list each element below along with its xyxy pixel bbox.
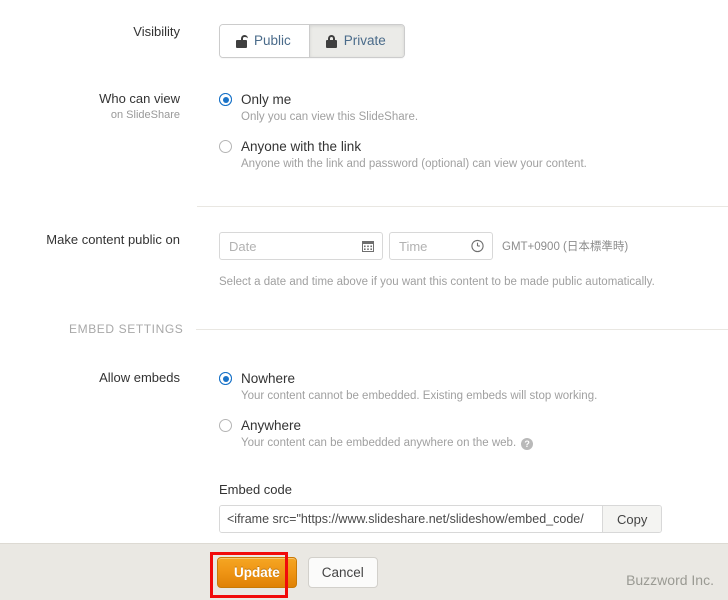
radio-anyone-with-link-label: Anyone with the link <box>241 139 362 154</box>
update-button[interactable]: Update <box>217 556 297 588</box>
make-content-public-label: Make content public on <box>46 232 180 247</box>
radio-nowhere-help-text: Your content cannot be embedded. Existin… <box>241 390 598 402</box>
visibility-toggle-group[interactable]: Public Private <box>219 24 405 58</box>
radio-anyone-with-link-help: Anyone with the link and password (optio… <box>241 158 587 170</box>
radio-item-only-me[interactable]: Only me Only you can view this SlideShar… <box>219 91 728 125</box>
footer-actions: Update Cancel <box>217 556 378 588</box>
embed-code-label: Embed code <box>219 482 292 497</box>
visibility-control: Public Private <box>180 24 728 58</box>
allow-embeds-row: Allow embeds Nowhere Your content cannot… <box>0 336 728 533</box>
radio-anyone-with-link[interactable] <box>219 140 232 153</box>
who-can-view-control: Only me Only you can view this SlideShar… <box>180 91 728 174</box>
watermark-label: Buzzword Inc. <box>626 572 714 588</box>
radio-only-me[interactable] <box>219 93 232 106</box>
timezone-note: GMT+0900 (日本標準時) <box>502 241 629 253</box>
radio-nowhere[interactable] <box>219 372 232 385</box>
date-input[interactable] <box>220 233 382 259</box>
radio-line-anyone-with-link[interactable]: Anyone with the link <box>219 138 728 155</box>
help-icon[interactable]: ? <box>521 437 534 450</box>
time-input[interactable] <box>390 233 492 259</box>
schedule-input-row: GMT+0900 (日本標準時) <box>219 232 728 260</box>
allow-embeds-label: Allow embeds <box>99 370 180 385</box>
time-field-wrapper[interactable] <box>389 232 493 260</box>
radio-item-anywhere[interactable]: Anywhere Your content can be embedded an… <box>219 417 728 451</box>
radio-anywhere-help: Your content can be embedded anywhere on… <box>241 436 728 451</box>
embed-settings-divider <box>196 328 728 330</box>
make-content-public-control: GMT+0900 (日本標準時) Select a date and time … <box>180 232 728 290</box>
radio-spacer-embeds <box>219 406 728 417</box>
radio-item-anyone-with-link[interactable]: Anyone with the link Anyone with the lin… <box>219 138 728 172</box>
visibility-option-public-label: Public <box>254 33 291 48</box>
allow-embeds-control: Nowhere Your content cannot be embedded.… <box>180 370 728 533</box>
embed-code-input[interactable] <box>220 506 602 532</box>
radio-nowhere-help: Your content cannot be embedded. Existin… <box>241 389 728 404</box>
visibility-row: Visibility Public Private <box>0 0 728 58</box>
copy-button[interactable]: Copy <box>602 506 662 532</box>
visibility-option-private-label: Private <box>343 33 386 48</box>
who-can-view-row: Who can view on SlideShare Only me Only … <box>0 58 728 174</box>
radio-only-me-help: Only you can view this SlideShare. <box>241 111 419 123</box>
make-content-public-row: Make content public on Date Time GMT+090… <box>0 207 728 290</box>
date-field-wrapper[interactable] <box>219 232 383 260</box>
radio-item-nowhere[interactable]: Nowhere Your content cannot be embedded.… <box>219 370 728 404</box>
embed-code-group[interactable]: Copy <box>219 505 663 533</box>
radio-anywhere-help-text: Your content can be embedded anywhere on… <box>241 437 517 449</box>
radio-line-anywhere[interactable]: Anywhere <box>219 417 728 434</box>
radio-spacer <box>219 127 728 138</box>
who-can-view-label: Who can view on SlideShare <box>0 91 180 123</box>
schedule-hint: Select a date and time above if you want… <box>219 276 655 288</box>
lock-icon <box>325 34 337 48</box>
visibility-option-private[interactable]: Private <box>308 25 404 57</box>
visibility-label: Visibility <box>133 24 180 39</box>
embed-settings-title: EMBED SETTINGS <box>69 322 184 336</box>
who-can-view-label-main: Who can view <box>99 91 180 106</box>
radio-nowhere-label: Nowhere <box>241 371 296 386</box>
radio-line-nowhere[interactable]: Nowhere <box>219 370 728 387</box>
who-can-view-sublabel: on SlideShare <box>110 109 180 121</box>
footer-bar: Update Cancel Buzzword Inc. <box>0 543 728 600</box>
unlock-icon <box>236 34 248 48</box>
embed-code-block: Embed code Copy <box>219 482 728 533</box>
cancel-button[interactable]: Cancel <box>307 556 378 588</box>
radio-anywhere-label: Anywhere <box>241 418 302 433</box>
embed-settings-header: EMBED SETTINGS <box>0 322 728 336</box>
visibility-option-public[interactable]: Public <box>220 25 309 57</box>
radio-only-me-label: Only me <box>241 92 292 107</box>
radio-line-only-me[interactable]: Only me <box>219 91 728 108</box>
radio-anywhere[interactable] <box>219 419 232 432</box>
